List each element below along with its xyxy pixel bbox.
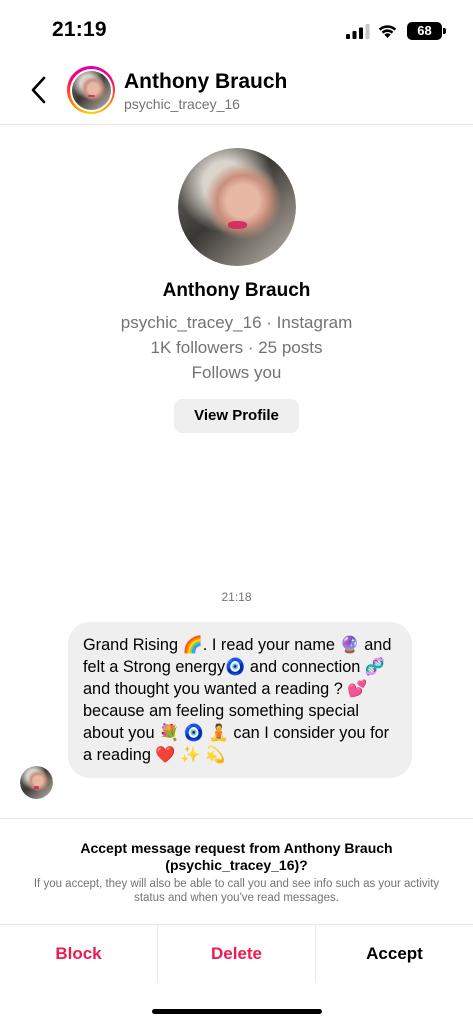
header-username: psychic_tracey_16 <box>124 96 240 112</box>
back-button[interactable] <box>24 72 54 108</box>
message-timestamp: 21:18 <box>221 590 252 604</box>
view-profile-button[interactable]: View Profile <box>174 399 299 433</box>
request-subtitle: If you accept, they will also be able to… <box>33 878 440 904</box>
battery-indicator: 68 <box>407 22 442 40</box>
chat-header: Anthony Brauch psychic_tracey_16 <box>0 60 473 125</box>
cellular-signal-icon <box>346 24 370 39</box>
status-time: 21:19 <box>52 18 107 41</box>
avatar-photo <box>177 148 296 266</box>
header-avatar[interactable] <box>67 66 115 114</box>
profile-stats: 1K followers · 25 posts <box>150 338 323 357</box>
status-bar: 21:19 68 <box>0 0 473 60</box>
profile-avatar[interactable] <box>177 148 296 266</box>
block-button[interactable]: Block <box>0 925 157 982</box>
profile-card: Anthony Brauch psychic_tracey_16 · Insta… <box>0 148 473 433</box>
message-request-panel: Accept message request from Anthony Brau… <box>0 818 473 924</box>
profile-name: Anthony Brauch <box>162 280 311 301</box>
profile-relation: Follows you <box>191 363 282 382</box>
header-name[interactable]: Anthony Brauch <box>124 70 287 94</box>
profile-subtitle: psychic_tracey_16 · Instagram <box>120 313 353 332</box>
chevron-left-icon <box>31 76 46 104</box>
avatar-photo <box>71 70 111 110</box>
battery-cap <box>443 28 446 34</box>
home-indicator[interactable] <box>152 1009 322 1014</box>
request-title: Accept message request from Anthony Brau… <box>80 840 393 873</box>
profile-meta: psychic_tracey_16 · Instagram 1K followe… <box>0 310 473 385</box>
message-bubble[interactable]: Grand Rising 🌈. I read your name 🔮 and f… <box>68 622 412 778</box>
request-actions: Block Delete Accept <box>0 924 473 982</box>
wifi-icon <box>378 25 397 38</box>
sender-avatar[interactable] <box>20 766 53 799</box>
delete-button[interactable]: Delete <box>157 925 315 982</box>
avatar-photo <box>20 766 53 799</box>
accept-button[interactable]: Accept <box>315 925 473 982</box>
